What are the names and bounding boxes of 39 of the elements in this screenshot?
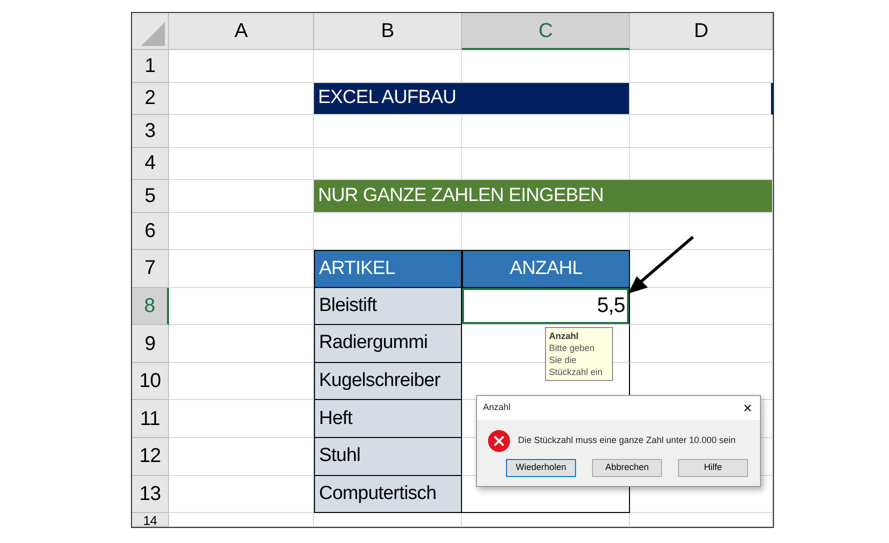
row-header[interactable]: 4 <box>132 148 169 180</box>
title-cell: EXCEL AUFBAU <box>314 82 630 115</box>
banner-cell: NUR GANZE ZAHLEN EINGEBEN <box>314 180 773 212</box>
column-header[interactable]: D <box>630 13 773 50</box>
table-cell: Heft <box>314 400 462 438</box>
row-header[interactable]: 7 <box>132 250 169 288</box>
dialog-button[interactable]: Hilfe <box>678 459 748 477</box>
table-cell: Stuhl <box>314 438 462 476</box>
row-header[interactable]: 13 <box>132 476 169 514</box>
row-header[interactable]: 8 <box>132 288 169 326</box>
table-cell[interactable]: 5,5 <box>462 288 630 326</box>
tooltip-text: Bitte geben Sie die Stückzahl ein <box>549 343 603 377</box>
table-header: ARTIKEL <box>314 250 462 288</box>
column-header[interactable]: C <box>462 13 630 50</box>
column-header[interactable]: A <box>169 13 314 50</box>
row-header[interactable]: 3 <box>132 115 169 148</box>
dialog-button[interactable]: Abbrechen <box>592 459 662 477</box>
row-header[interactable]: 2 <box>132 82 169 115</box>
table-cell: Bleistift <box>314 288 462 326</box>
column-header[interactable]: B <box>314 13 462 50</box>
row-header[interactable]: 10 <box>132 362 169 400</box>
table-cell: Kugelschreiber <box>314 362 462 400</box>
dialog-button[interactable]: Wiederholen <box>506 459 576 477</box>
select-all-icon[interactable] <box>139 20 165 46</box>
close-button[interactable]: × <box>741 400 754 416</box>
dialog-title: Anzahl <box>483 401 511 414</box>
table-cell: Radiergummi <box>314 325 462 363</box>
table-header: ANZAHL <box>462 250 630 288</box>
row-header[interactable]: 5 <box>132 180 169 212</box>
error-message: Die Stückzahl muss eine ganze Zahl unter 10.000 sein <box>518 434 736 448</box>
error-icon <box>488 430 510 452</box>
row-header[interactable]: 11 <box>132 400 169 438</box>
row-header[interactable]: 14 <box>132 513 169 527</box>
row-header[interactable]: 6 <box>132 212 169 250</box>
row-header[interactable]: 1 <box>132 50 169 82</box>
row-header[interactable]: 12 <box>132 438 169 476</box>
row-header[interactable]: 9 <box>132 325 169 363</box>
tooltip-title: Anzahl <box>549 330 580 342</box>
table-cell: Computertisch <box>314 476 462 514</box>
